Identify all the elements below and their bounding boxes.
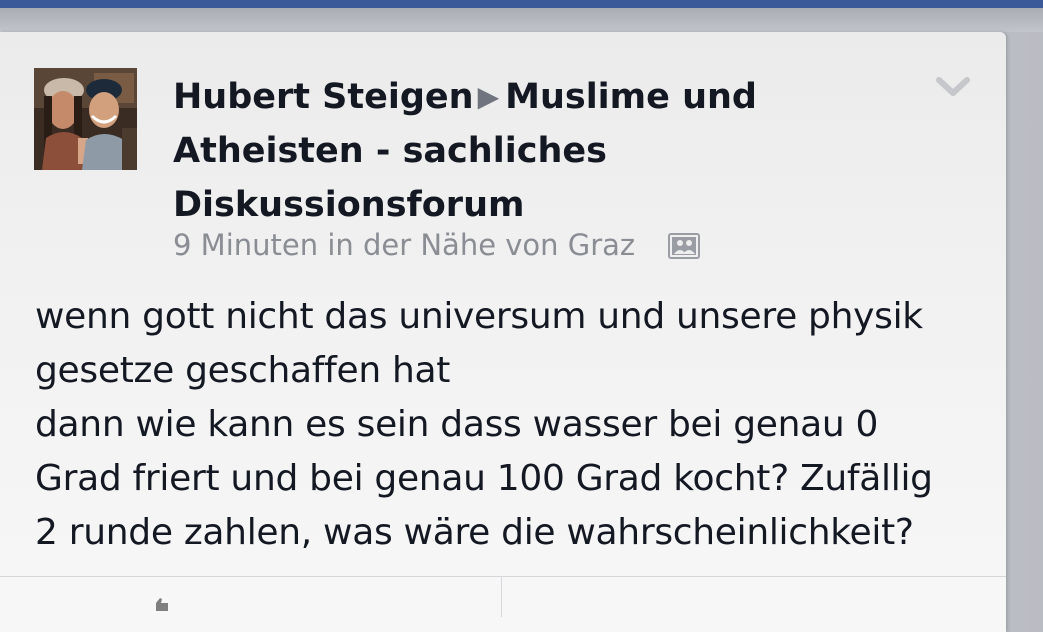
author-avatar[interactable] [34,68,137,170]
app-top-bar [0,0,1043,8]
author-name[interactable]: Hubert Steigen [173,77,474,117]
post-action-bar [0,576,1006,617]
post-timestamp[interactable]: 9 Minuten in der Nähe von Graz [173,228,635,262]
post-meta: 9 Minuten in der Nähe von Graz [173,228,701,262]
feed-background [0,8,1043,32]
post-header: Hubert Steigen ▶ Muslime und Atheisten - s… [173,70,893,232]
chevron-down-icon[interactable] [936,74,970,100]
post-card: Hubert Steigen ▶ Muslime und Atheisten - s… [0,32,1006,632]
action-divider [501,577,502,617]
like-icon[interactable] [150,597,170,611]
post-body-text: wenn gott nicht das universum und unsere… [35,296,933,553]
group-privacy-icon [668,233,701,259]
triangle-right-icon: ▶ [477,80,500,113]
